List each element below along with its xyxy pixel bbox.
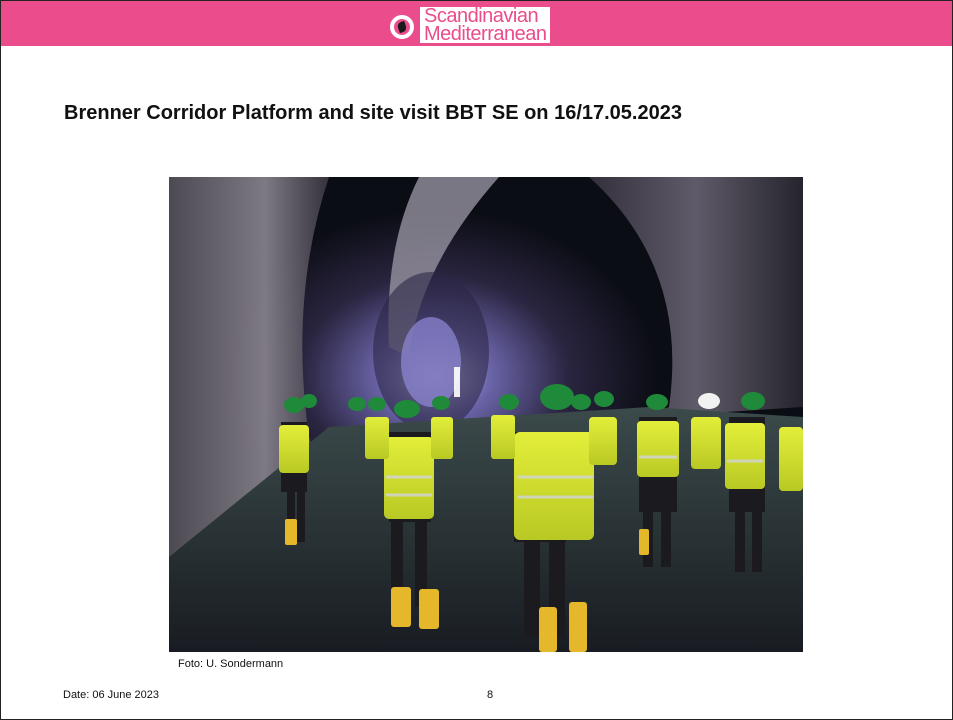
footer-date: Date: 06 June 2023: [63, 689, 160, 701]
slide: Scandinavian Mediterranean Brenner Corri…: [0, 0, 953, 720]
brand-line-2: Mediterranean: [424, 23, 547, 45]
compass-icon: [390, 15, 414, 39]
tunnel-photo: [169, 177, 803, 652]
brand-wordmark: Scandinavian Mediterranean: [420, 6, 551, 45]
photo-caption: Foto: U. Sondermann: [178, 658, 284, 670]
brand-logo: Scandinavian Mediterranean: [390, 6, 551, 47]
slide-title: Brenner Corridor Platform and site visit…: [64, 102, 682, 124]
page-number: 8: [487, 689, 494, 701]
